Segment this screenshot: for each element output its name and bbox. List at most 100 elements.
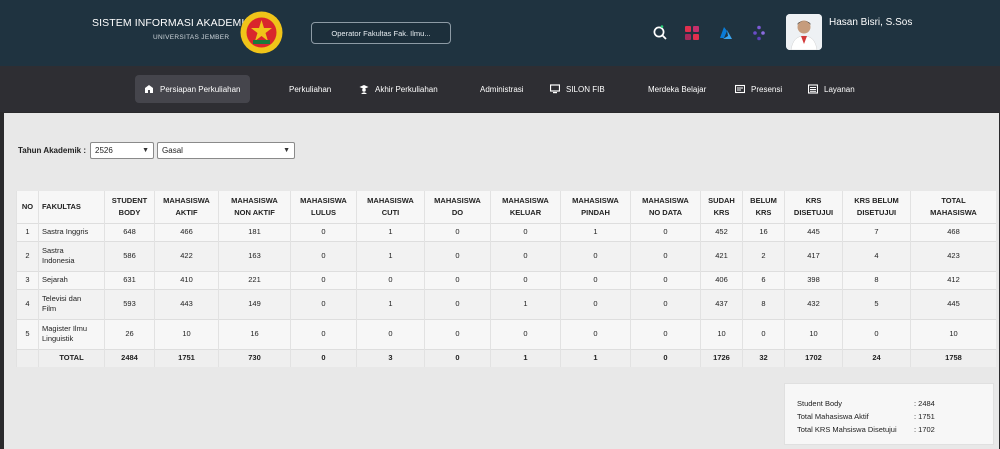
cell: 0: [490, 318, 561, 349]
cell: 10: [784, 318, 843, 349]
cell: 10: [700, 318, 743, 349]
cell: 0: [290, 270, 357, 289]
year-select[interactable]: 2526 ▼: [90, 142, 155, 159]
app-subtitle: UNIVERSITAS JEMBER: [153, 34, 230, 41]
azure-icon[interactable]: [717, 24, 735, 42]
operator-select[interactable]: Operator Fakultas Fak. Ilmu...: [311, 22, 451, 44]
nav-label: Akhir Perkuliahan: [375, 84, 438, 94]
cell: 398: [784, 270, 843, 289]
cell: 452: [700, 222, 743, 241]
cell: 417: [784, 240, 843, 271]
cell: 422: [154, 240, 219, 271]
table-row: 3 Sejarah 631 410 221 0 0 0 0 0 0 406 6 …: [16, 270, 996, 289]
column-header: MAHASISWA LULUS: [290, 191, 357, 223]
nav-silon-fib[interactable]: SILON FIB: [550, 75, 605, 103]
academic-year-label: Tahun Akademik :: [18, 146, 87, 155]
cell: 586: [104, 240, 155, 271]
building-icon: [144, 84, 154, 94]
column-header: MAHASISWA DO: [424, 191, 491, 223]
cell: 0: [630, 348, 701, 367]
cell: 0: [290, 288, 357, 319]
year-value: 2526: [95, 146, 113, 155]
cell: 7: [842, 222, 911, 241]
cell: 0: [630, 288, 701, 319]
summary-row: Student Body : 2484: [797, 397, 993, 410]
semester-select[interactable]: Gasal ▼: [157, 142, 296, 159]
nav-merdeka-belajar[interactable]: Merdeka Belajar: [648, 75, 706, 103]
cell: 406: [700, 270, 743, 289]
table-row: 1 Sastra Inggris 648 466 181 0 1 0 0 1 0…: [16, 222, 996, 241]
cell: 4: [842, 240, 911, 271]
university-logo: [239, 10, 284, 55]
cell: 0: [356, 270, 425, 289]
cell: 32: [742, 348, 785, 367]
cell: 0: [560, 240, 631, 271]
table-row: 4 Televisi dan Film 593 443 149 0 1 0 1 0…: [16, 288, 996, 319]
top-header: SISTEM INFORMASI AKADEMIK UNIVERSITAS JE…: [0, 0, 1000, 66]
apps-icon[interactable]: [683, 24, 701, 42]
cell: 16: [742, 222, 785, 241]
user-name[interactable]: Hasan Bisri, S.Sos: [829, 17, 912, 28]
cell: 730: [218, 348, 291, 367]
cell: 593: [104, 288, 155, 319]
cell: 0: [424, 318, 491, 349]
cell: 445: [910, 288, 996, 319]
cell: 0: [490, 222, 561, 241]
semester-value: Gasal: [162, 146, 183, 155]
column-header: MAHASISWA PINDAH: [560, 191, 631, 223]
nav-presensi[interactable]: Presensi: [735, 75, 782, 103]
total-row: TOTAL 2484 1751 730 0 3 0 1 1 0 1726 32 …: [16, 348, 996, 367]
nav-layanan[interactable]: Layanan: [808, 75, 855, 103]
app-title: SISTEM INFORMASI AKADEMIK: [92, 17, 252, 29]
main-nav: Persiapan Perkuliahan Perkuliahan Akhir …: [0, 66, 1000, 112]
nav-akhir-perkuliahan[interactable]: Akhir Perkuliahan: [359, 75, 438, 103]
row-number: 5: [16, 318, 39, 349]
cell: 0: [424, 270, 491, 289]
chevron-down-icon: ▼: [283, 147, 291, 154]
chevron-down-icon: ▼: [142, 147, 150, 154]
cell: 421: [700, 240, 743, 271]
cell: 2484: [104, 348, 155, 367]
cell: 0: [560, 318, 631, 349]
cell: 410: [154, 270, 219, 289]
cell: 0: [560, 288, 631, 319]
cell: 1: [356, 288, 425, 319]
nav-persiapan-perkuliahan[interactable]: Persiapan Perkuliahan: [135, 75, 250, 103]
cell: 1751: [154, 348, 219, 367]
cell: 1: [356, 240, 425, 271]
cell: 10: [910, 318, 996, 349]
student-stats-table: NO FAKULTAS STUDENT BODY MAHASISWA AKTIF M…: [16, 191, 996, 367]
cell: 1: [560, 222, 631, 241]
summary-value: : 1702: [914, 425, 935, 434]
cell: 149: [218, 288, 291, 319]
avatar[interactable]: [786, 14, 822, 50]
cell: 423: [910, 240, 996, 271]
cell: 2: [742, 240, 785, 271]
summary-row: Total Mahasiswa Aktif : 1751: [797, 410, 993, 423]
academic-year-filter: Tahun Akademik : 2526 ▼ Gasal ▼: [18, 142, 296, 159]
card-icon: [735, 84, 745, 94]
cell: [16, 348, 39, 367]
row-number: 3: [16, 270, 39, 289]
nav-perkuliahan[interactable]: Perkuliahan: [289, 75, 331, 103]
cell: 1: [490, 288, 561, 319]
cell: 3: [356, 348, 425, 367]
cell: 432: [784, 288, 843, 319]
monitor-icon: [550, 84, 560, 94]
table-header-row: NO FAKULTAS STUDENT BODY MAHASISWA AKTIF M…: [16, 191, 996, 223]
cell: 6: [742, 270, 785, 289]
nav-administrasi[interactable]: Administrasi: [480, 75, 524, 103]
cell: 1: [560, 348, 631, 367]
column-header: KRS DISETUJUI: [784, 191, 843, 223]
nodes-icon[interactable]: [750, 24, 768, 42]
faculty-name: Sastra Inggris: [38, 222, 105, 241]
column-header: MAHASISWA KELUAR: [490, 191, 561, 223]
cell: 466: [154, 222, 219, 241]
table-row: 2 Sastra Indonesia 586 422 163 0 1 0 0 0 …: [16, 240, 996, 271]
search-icon[interactable]: [651, 24, 669, 42]
summary-value: : 2484: [914, 399, 935, 408]
cell: 1: [490, 348, 561, 367]
cell: 8: [742, 288, 785, 319]
nav-label: SILON FIB: [566, 84, 605, 94]
cell: 0: [290, 240, 357, 271]
